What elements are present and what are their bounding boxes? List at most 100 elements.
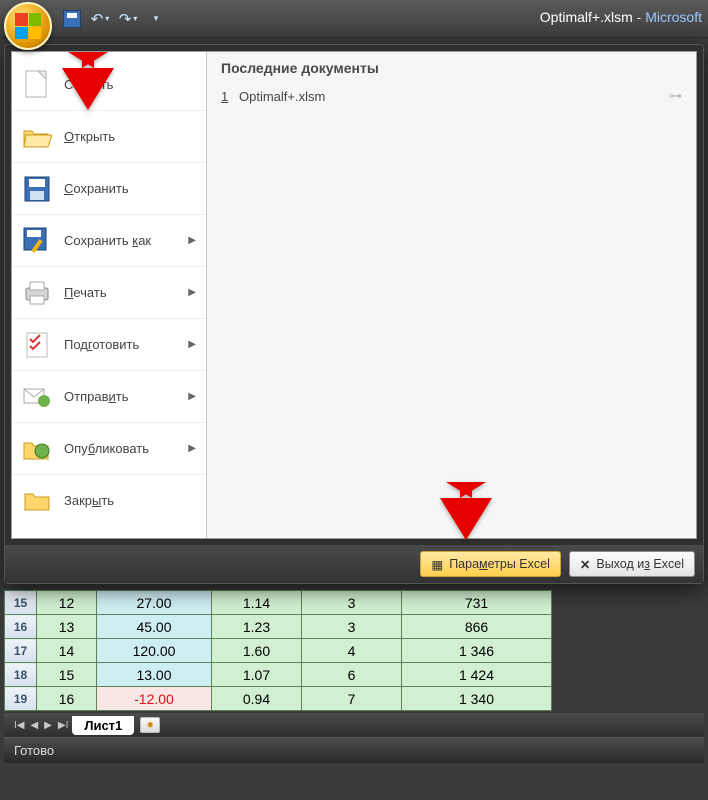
menu-item-save[interactable]: Сохранить [12, 162, 206, 214]
chevron-down-icon: ▾ [105, 14, 109, 23]
cell[interactable]: 1.14 [212, 591, 302, 615]
menu-item-label: Отправить [64, 389, 176, 404]
row-header[interactable]: 18 [5, 663, 37, 687]
cell[interactable]: 4 [302, 639, 402, 663]
send-icon [22, 382, 52, 412]
cell[interactable]: 16 [37, 687, 97, 711]
qat-save-button[interactable] [60, 8, 84, 30]
cell[interactable]: 27.00 [97, 591, 212, 615]
table-row[interactable]: 1714120.001.6041 346 [5, 639, 552, 663]
recent-item-number: 1 [221, 89, 233, 104]
cell[interactable]: 120.00 [97, 639, 212, 663]
annotation-arrow [440, 498, 492, 540]
undo-icon: ↶ [91, 10, 104, 28]
cell[interactable]: 1 424 [402, 663, 552, 687]
cell[interactable]: 45.00 [97, 615, 212, 639]
row-header[interactable]: 19 [5, 687, 37, 711]
insert-sheet-icon: ✸ [147, 720, 155, 731]
menu-item-prepare[interactable]: Подготовить ▶ [12, 318, 206, 370]
cell[interactable]: -12.00 [97, 687, 212, 711]
cell[interactable]: 6 [302, 663, 402, 687]
cell[interactable]: 1.07 [212, 663, 302, 687]
submenu-arrow-icon: ▶ [188, 391, 196, 402]
chevron-down-icon: ▾ [133, 14, 137, 23]
recent-document-item[interactable]: 1 Optimalf+.xlsm ⊶ [221, 84, 682, 108]
footer-btn-label: Выход из Excel [596, 557, 684, 571]
quick-access-toolbar: ↶▾ ↷▾ ▾ [60, 8, 168, 30]
cell[interactable]: 866 [402, 615, 552, 639]
qat-customize-button[interactable]: ▾ [144, 8, 168, 30]
office-menu: Создать Открыть Сохранить Сохранить как … [4, 44, 704, 584]
excel-options-button[interactable]: ▦ Параметры Excel [420, 551, 561, 577]
status-bar: Готово [4, 737, 704, 763]
row-header[interactable]: 16 [5, 615, 37, 639]
office-button[interactable] [4, 2, 52, 50]
tab-nav-last[interactable]: ▶I [56, 720, 70, 731]
sheet-tab-strip: I◀ ◀ ▶ ▶I Лист1 ✸ [4, 713, 704, 737]
exit-excel-button[interactable]: ✕ Выход из Excel [569, 551, 695, 577]
footer-btn-label: Параметры Excel [449, 557, 550, 571]
cell[interactable]: 13.00 [97, 663, 212, 687]
office-logo-icon [15, 13, 41, 39]
redo-icon: ↷ [119, 10, 132, 28]
cell[interactable]: 7 [302, 687, 402, 711]
prepare-icon [22, 330, 52, 360]
title-filename: Optimalf+.xlsm [540, 9, 633, 25]
qat-redo-button[interactable]: ↷▾ [116, 8, 140, 30]
tab-nav-next[interactable]: ▶ [42, 720, 54, 731]
status-text: Готово [14, 743, 54, 758]
worksheet-grid[interactable]: 151227.001.143731161345.001.233866171412… [4, 590, 704, 763]
printer-icon [22, 278, 52, 308]
cell[interactable]: 1 340 [402, 687, 552, 711]
table-row[interactable]: 161345.001.233866 [5, 615, 552, 639]
cell[interactable]: 3 [302, 615, 402, 639]
chevron-down-icon: ▾ [154, 13, 159, 24]
cell[interactable]: 15 [37, 663, 97, 687]
recent-item-name: Optimalf+.xlsm [239, 89, 325, 104]
recent-documents-title: Последние документы [221, 60, 682, 76]
qat-undo-button[interactable]: ↶▾ [88, 8, 112, 30]
open-folder-icon [22, 122, 52, 152]
cell[interactable]: 1 346 [402, 639, 552, 663]
table-row[interactable]: 1916-12.000.9471 340 [5, 687, 552, 711]
title-bar: ↶▾ ↷▾ ▾ Optimalf+.xlsm - Microsoft [0, 0, 708, 38]
cell[interactable]: 14 [37, 639, 97, 663]
cell[interactable]: 731 [402, 591, 552, 615]
window-title: Optimalf+.xlsm - Microsoft [540, 9, 702, 25]
menu-item-publish[interactable]: Опубликовать ▶ [12, 422, 206, 474]
cell[interactable]: 0.94 [212, 687, 302, 711]
cell[interactable]: 1.60 [212, 639, 302, 663]
save-icon [63, 10, 81, 28]
menu-item-send[interactable]: Отправить ▶ [12, 370, 206, 422]
submenu-arrow-icon: ▶ [188, 287, 196, 298]
menu-item-open[interactable]: Открыть [12, 110, 206, 162]
tab-nav-prev[interactable]: ◀ [28, 720, 40, 731]
submenu-arrow-icon: ▶ [188, 339, 196, 350]
cell[interactable]: 12 [37, 591, 97, 615]
recent-documents-pane: Последние документы 1 Optimalf+.xlsm ⊶ [207, 52, 696, 538]
publish-icon [22, 434, 52, 464]
submenu-arrow-icon: ▶ [188, 235, 196, 246]
menu-item-save-as[interactable]: Сохранить как ▶ [12, 214, 206, 266]
row-header[interactable]: 15 [5, 591, 37, 615]
table-row[interactable]: 151227.001.143731 [5, 591, 552, 615]
cell[interactable]: 1.23 [212, 615, 302, 639]
row-header[interactable]: 17 [5, 639, 37, 663]
pin-icon[interactable]: ⊶ [669, 88, 682, 104]
menu-item-label: Сохранить [64, 181, 196, 196]
cell[interactable]: 13 [37, 615, 97, 639]
menu-item-print[interactable]: Печать ▶ [12, 266, 206, 318]
submenu-arrow-icon: ▶ [188, 443, 196, 454]
menu-item-label: Опубликовать [64, 441, 176, 456]
menu-item-label: Печать [64, 285, 176, 300]
annotation-arrow [62, 68, 114, 110]
insert-sheet-button[interactable]: ✸ [140, 717, 160, 733]
table-row[interactable]: 181513.001.0761 424 [5, 663, 552, 687]
cell[interactable]: 3 [302, 591, 402, 615]
menu-item-label: Открыть [64, 129, 196, 144]
floppy-pencil-icon [22, 226, 52, 256]
tab-nav-first[interactable]: I◀ [12, 720, 26, 731]
sheet-tab[interactable]: Лист1 [72, 716, 134, 735]
menu-item-close[interactable]: Закрыть [12, 474, 206, 526]
office-menu-footer: ▦ Параметры Excel ✕ Выход из Excel [5, 545, 703, 583]
